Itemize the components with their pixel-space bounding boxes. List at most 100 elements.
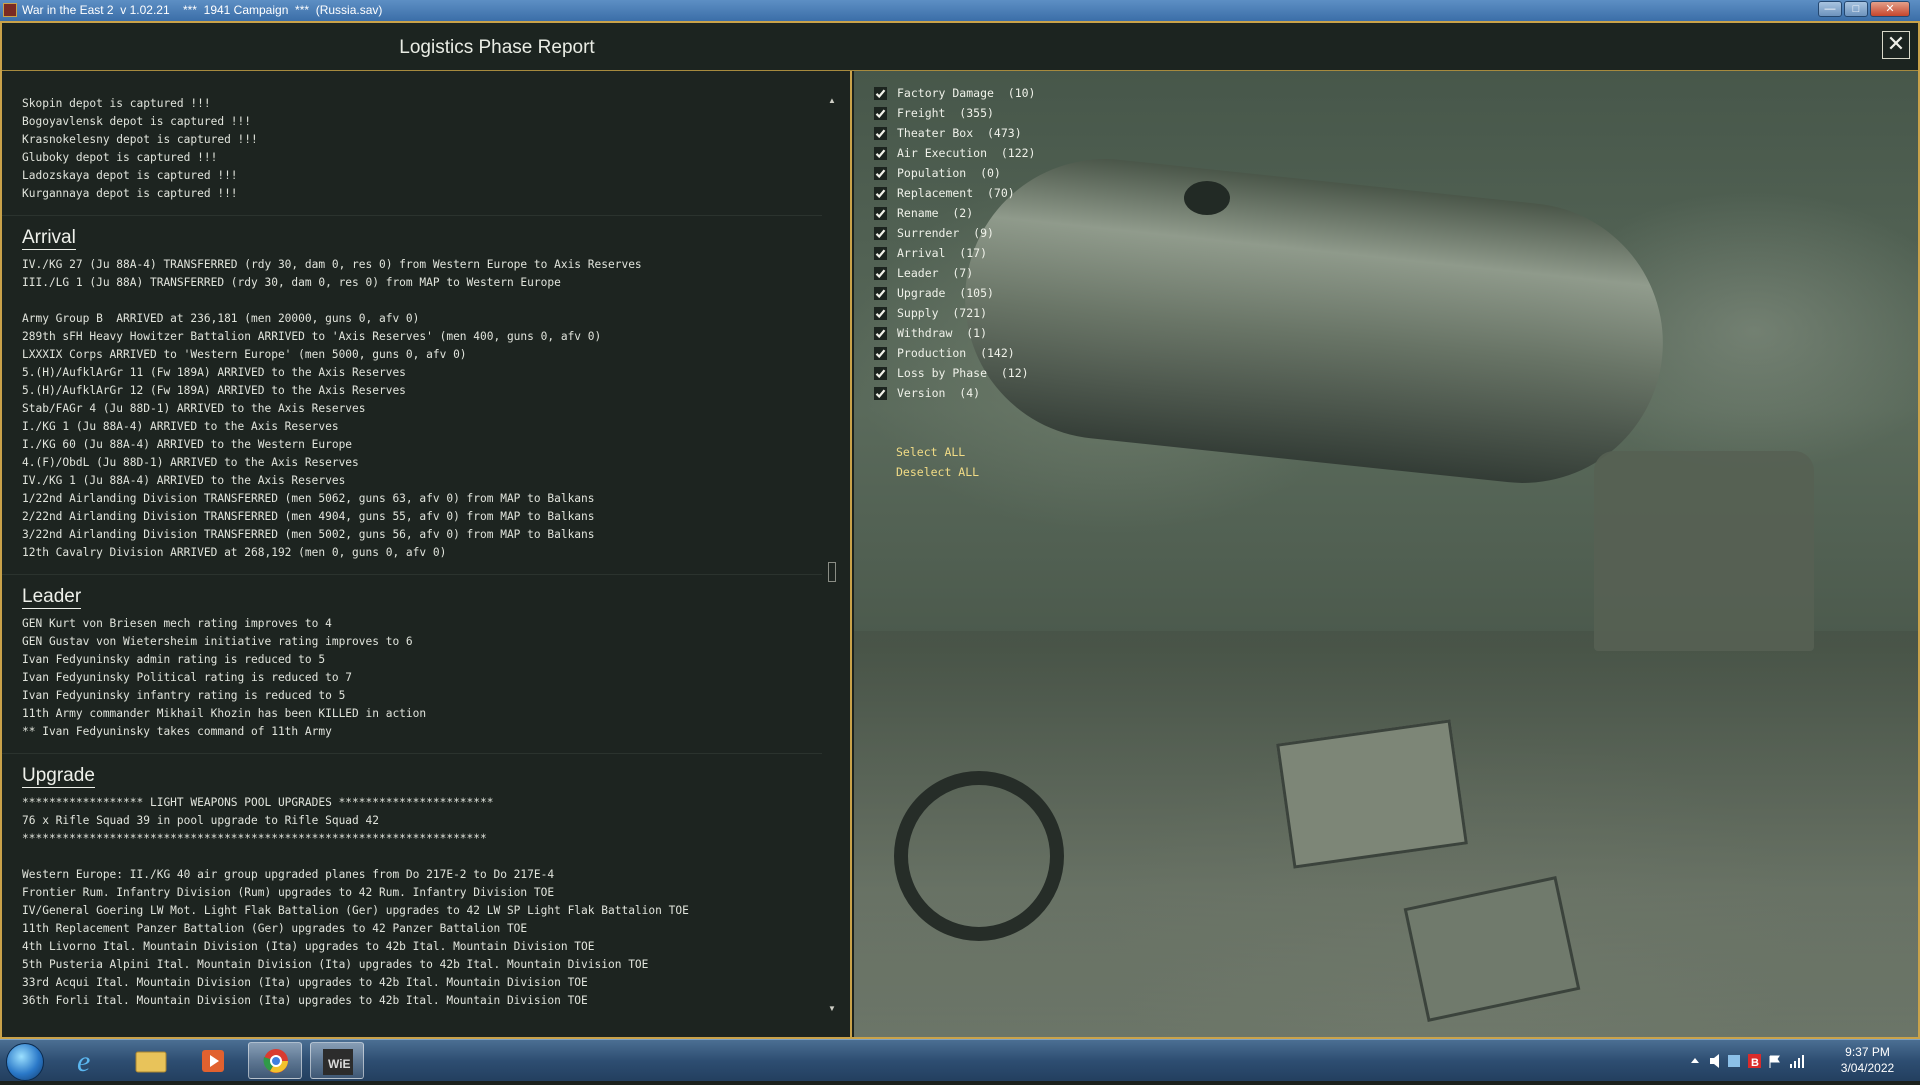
- filter-label: Air Execution (122): [897, 146, 1036, 160]
- window-close-button[interactable]: ✕: [1870, 1, 1910, 17]
- log-line: Bogoyavlensk depot is captured !!!: [22, 115, 252, 128]
- log-line: 4th Livorno Ital. Mountain Division (Ita…: [22, 940, 595, 953]
- svg-text:WiE: WiE: [328, 1057, 351, 1071]
- log-line: IV./KG 27 (Ju 88A-4) TRANSFERRED (rdy 30…: [22, 258, 642, 271]
- filter-label: Withdraw (1): [897, 326, 988, 340]
- checkmark-icon[interactable]: [874, 346, 887, 360]
- minimize-button[interactable]: —: [1818, 1, 1842, 17]
- media-player-icon[interactable]: [186, 1042, 240, 1079]
- report-scrollbar[interactable]: ▲ ▼: [827, 96, 837, 1016]
- filter-label: Factory Damage (10): [897, 86, 1036, 100]
- log-line: Ivan Fedyuninsky admin rating is reduced…: [22, 653, 326, 666]
- internet-explorer-icon[interactable]: e: [62, 1042, 116, 1079]
- filter-label: Leader (7): [897, 266, 974, 280]
- filter-option[interactable]: Loss by Phase (12): [874, 363, 1029, 383]
- checkmark-icon[interactable]: [874, 266, 887, 280]
- checkmark-icon[interactable]: [874, 306, 887, 320]
- log-line: Ivan Fedyuninsky Political rating is red…: [22, 671, 353, 684]
- report-log-panel[interactable]: Skopin depot is captured !!! Bogoyavlensk…: [2, 71, 852, 1037]
- filter-label: Theater Box (473): [897, 126, 1022, 140]
- section-divider: [2, 753, 822, 754]
- checkmark-icon[interactable]: [874, 226, 887, 240]
- scroll-up-arrow-icon[interactable]: ▲: [827, 96, 837, 106]
- section-heading: Arrival: [22, 227, 76, 250]
- filter-option[interactable]: Arrival (17): [874, 243, 987, 263]
- taskbar: e WiE B 9:37 PM 3/04/2022: [0, 1039, 1920, 1081]
- log-line: IV/General Goering LW Mot. Light Flak Ba…: [22, 904, 689, 917]
- filter-option[interactable]: Replacement (70): [874, 183, 1015, 203]
- filter-label: Population (0): [897, 166, 1001, 180]
- log-line: 36th Forli Ital. Mountain Division (Ita)…: [22, 994, 588, 1007]
- log-line: Frontier Rum. Infantry Division (Rum) up…: [22, 886, 555, 899]
- log-line: 11th Army commander Mikhail Khozin has b…: [22, 707, 427, 720]
- log-line: 11th Replacement Panzer Battalion (Ger) …: [22, 922, 528, 935]
- window-titlebar: War in the East 2 v 1.02.21 *** 1941 Cam…: [0, 0, 1920, 21]
- close-icon: ✕: [1886, 31, 1906, 56]
- log-line: Western Europe: II./KG 40 air group upgr…: [22, 868, 555, 881]
- checkmark-icon[interactable]: [874, 106, 887, 120]
- filter-option[interactable]: Population (0): [874, 163, 1001, 183]
- log-line: GEN Gustav von Wietersheim initiative ra…: [22, 635, 413, 648]
- dialog-close-button[interactable]: ✕: [1882, 31, 1910, 59]
- checkmark-icon[interactable]: [874, 166, 887, 180]
- network-app-icon: [1728, 1055, 1740, 1067]
- checkmark-icon[interactable]: [874, 86, 887, 100]
- checkmark-icon[interactable]: [874, 206, 887, 220]
- filter-option[interactable]: Freight (355): [874, 103, 994, 123]
- log-line: GEN Kurt von Briesen mech rating improve…: [22, 617, 332, 630]
- filter-label: Surrender (9): [897, 226, 994, 240]
- filter-label: Freight (355): [897, 106, 994, 120]
- dialog-title: Logistics Phase Report: [399, 37, 595, 58]
- section-divider: [2, 215, 822, 216]
- log-line: ** Ivan Fedyuninsky takes command of 11t…: [22, 725, 332, 738]
- window-title: War in the East 2 v 1.02.21 *** 1941 Cam…: [22, 3, 383, 17]
- checkmark-icon[interactable]: [874, 146, 887, 160]
- war-in-the-east-icon[interactable]: WiE: [310, 1042, 364, 1079]
- filter-option[interactable]: Withdraw (1): [874, 323, 987, 343]
- filter-option[interactable]: Rename (2): [874, 203, 973, 223]
- checkmark-icon[interactable]: [874, 126, 887, 140]
- system-tray[interactable]: B: [1688, 1052, 1818, 1073]
- file-explorer-icon[interactable]: [124, 1042, 178, 1079]
- filter-option[interactable]: Factory Damage (10): [874, 83, 1035, 103]
- checkmark-icon[interactable]: [874, 366, 887, 380]
- checkmark-icon[interactable]: [874, 326, 887, 340]
- scroll-down-arrow-icon[interactable]: ▼: [827, 1004, 837, 1014]
- action-center-flag-icon: [1769, 1055, 1780, 1068]
- filter-option[interactable]: Leader (7): [874, 263, 973, 283]
- log-line: 5.(H)/AufklArGr 11 (Fw 189A) ARRIVED to …: [22, 366, 406, 379]
- log-line: 4.(F)/ObdL (Ju 88D-1) ARRIVED to the Axi…: [22, 456, 359, 469]
- filter-option[interactable]: Version (4): [874, 383, 980, 403]
- filter-option[interactable]: Upgrade (105): [874, 283, 994, 303]
- log-line: III./LG 1 (Ju 88A) TRANSFERRED (rdy 30, …: [22, 276, 561, 289]
- clock-date: 3/04/2022: [1840, 1061, 1895, 1075]
- log-line: Ivan Fedyuninsky infantry rating is redu…: [22, 689, 346, 702]
- maximize-button[interactable]: □: [1844, 1, 1868, 17]
- tray-expand-icon: [1691, 1058, 1699, 1063]
- tank-dome-image: [1184, 181, 1230, 215]
- filter-option[interactable]: Air Execution (122): [874, 143, 1035, 163]
- crate-image: [1276, 719, 1468, 869]
- filter-option[interactable]: Supply (721): [874, 303, 987, 323]
- filter-option[interactable]: Production (142): [874, 343, 1015, 363]
- checkmark-icon[interactable]: [874, 286, 887, 300]
- log-line: 3/22nd Airlanding Division TRANSFERRED (…: [22, 528, 595, 541]
- chrome-icon[interactable]: [248, 1042, 302, 1079]
- section-divider: [2, 574, 822, 575]
- dialog-header: Logistics Phase Report ✕: [2, 23, 1918, 71]
- filter-option[interactable]: Theater Box (473): [874, 123, 1022, 143]
- checkmark-icon[interactable]: [874, 386, 887, 400]
- log-line: 1/22nd Airlanding Division TRANSFERRED (…: [22, 492, 595, 505]
- log-line: 33rd Acqui Ital. Mountain Division (Ita)…: [22, 976, 588, 989]
- start-button[interactable]: [6, 1043, 44, 1081]
- deselect-all-link[interactable]: Deselect ALL: [896, 462, 979, 482]
- select-all-link[interactable]: Select ALL: [896, 442, 965, 462]
- taskbar-clock[interactable]: 9:37 PM 3/04/2022: [1820, 1044, 1915, 1076]
- filter-option[interactable]: Surrender (9): [874, 223, 994, 243]
- svg-text:e: e: [77, 1045, 90, 1078]
- filter-label: Supply (721): [897, 306, 988, 320]
- checkmark-icon[interactable]: [874, 246, 887, 260]
- scroll-thumb[interactable]: [828, 562, 836, 582]
- cart-wheel-image: [894, 771, 1064, 941]
- checkmark-icon[interactable]: [874, 186, 887, 200]
